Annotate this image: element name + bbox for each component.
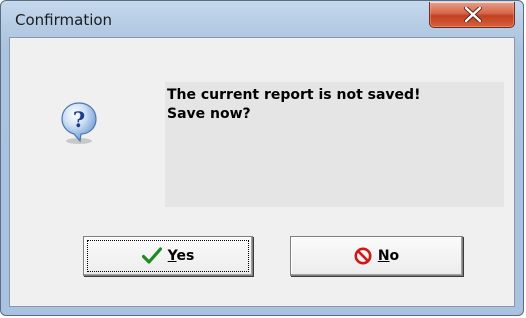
prohibited-icon [354,247,372,265]
close-button[interactable] [429,2,515,28]
message-line-2: Save now? [167,106,251,122]
title-bar[interactable]: Confirmation [1,1,523,37]
message-line-1: The current report is not saved! [167,87,421,103]
no-button[interactable]: No [290,236,463,276]
message-text: The current report is not saved! Save no… [167,86,420,124]
yes-label: Yes [167,248,195,264]
checkmark-icon [141,247,162,264]
dialog-body: ? The current report is not saved! Save … [9,37,515,307]
close-x-icon [464,7,482,22]
message-panel: The current report is not saved! Save no… [165,82,504,207]
confirmation-dialog: Confirmation ? The current report is not… [0,0,524,316]
no-label: No [377,248,400,264]
svg-text:?: ? [73,107,85,132]
dialog-title: Confirmation [15,11,113,29]
yes-button[interactable]: Yes [83,236,253,276]
question-icon: ? [59,101,99,149]
